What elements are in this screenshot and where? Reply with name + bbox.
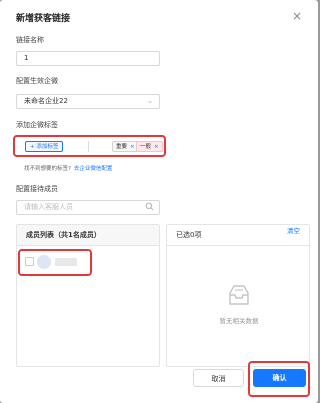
chevron-down-icon: ⌄: [147, 97, 153, 105]
member-name: [55, 258, 77, 266]
avatar: [37, 255, 51, 269]
member-checkbox[interactable]: [25, 257, 34, 266]
selected-panel: 已选0项 清空 暂无相关数据: [166, 224, 310, 367]
link-name-label: 链接名称: [16, 36, 44, 44]
member-list-title: 成员列表（共1名成员）: [17, 225, 159, 246]
member-list-panel: 成员列表（共1名成员）: [16, 224, 160, 367]
divider: [88, 141, 89, 152]
empty-text: 暂无相关数据: [219, 317, 259, 325]
corp-label: 配置生效企微: [16, 77, 58, 85]
close-icon[interactable]: ×: [130, 144, 135, 150]
close-icon[interactable]: ×: [292, 9, 302, 23]
search-icon: [145, 202, 154, 211]
tag-row: + 添加标签 重要 × 一般 ×: [16, 136, 166, 156]
dialog-title: 新增获客链接: [16, 14, 71, 24]
list-item[interactable]: [25, 253, 100, 271]
close-icon[interactable]: ×: [154, 144, 159, 150]
reception-label: 配置接待成员: [16, 185, 58, 193]
add-tag-button[interactable]: + 添加标签: [25, 141, 64, 152]
staff-search-input[interactable]: 请输入客服人员: [16, 200, 160, 215]
tag-hint-text: 找不到想要的标签?: [24, 166, 71, 172]
new-link-dialog: 新增获客链接 × 链接名称 1 配置生效企微 未命名企业22 ⌄ 添加企微标签 …: [0, 0, 318, 403]
tag-label: 一般: [140, 144, 152, 150]
link-name-input[interactable]: 1: [16, 51, 160, 66]
corp-select-value: 未命名企业22: [24, 97, 68, 105]
tag-chip-important: 重要 ×: [112, 141, 139, 152]
tag-label: 重要: [116, 144, 128, 150]
tags-label: 添加企微标签: [16, 121, 58, 129]
staff-search-placeholder: 请输入客服人员: [24, 203, 73, 211]
inbox-icon: [229, 285, 249, 305]
confirm-button[interactable]: 确认: [253, 369, 306, 387]
cancel-button[interactable]: 取消: [193, 369, 244, 387]
tag-chip-normal: 一般 ×: [136, 141, 163, 152]
configure-tags-link[interactable]: 去企业微信配置: [74, 166, 113, 172]
tag-hint: 找不到想要的标签? 去企业微信配置: [24, 164, 112, 172]
corp-select[interactable]: 未命名企业22 ⌄: [16, 94, 160, 109]
clear-button[interactable]: 清空: [287, 225, 300, 235]
